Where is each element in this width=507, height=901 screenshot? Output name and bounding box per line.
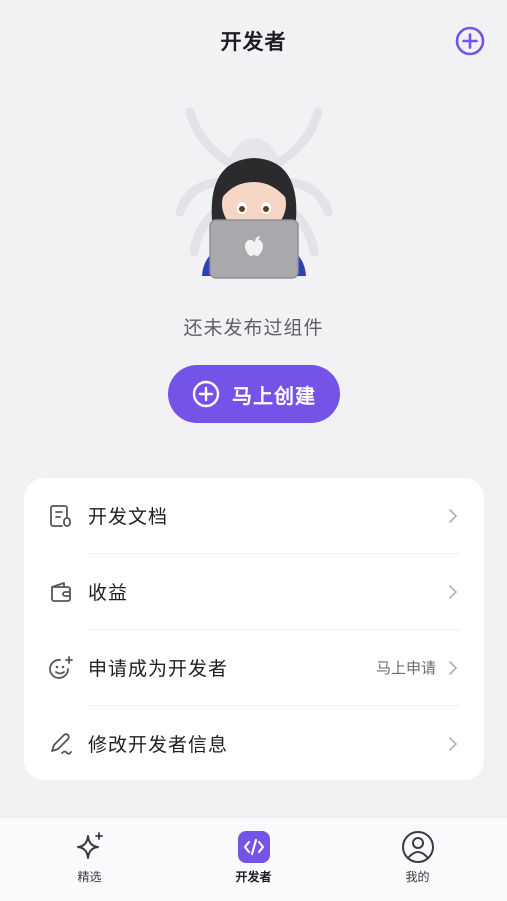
- tab-developer[interactable]: 开发者: [169, 818, 338, 901]
- developer-menu-card: 开发文档 收益 申请成为开发者 马上申请 修改开发者信息: [24, 478, 484, 780]
- document-icon: [50, 504, 71, 527]
- tab-label: 精选: [77, 870, 102, 884]
- apply-now-hint: 马上申请: [375, 659, 436, 677]
- wallet-icon: [51, 581, 71, 602]
- menu-item-edit-developer-info[interactable]: 修改开发者信息: [24, 706, 484, 781]
- chevron-right-icon: [449, 508, 457, 523]
- menu-item-label: 开发文档: [88, 506, 169, 528]
- plus-circle-icon: [192, 380, 220, 408]
- developer-laptop-illustration: [175, 107, 333, 279]
- sparkle-icon: [76, 832, 103, 859]
- add-circle-icon[interactable]: [455, 26, 485, 56]
- tab-label: 开发者: [235, 870, 272, 884]
- page-title: 开发者: [220, 30, 287, 54]
- menu-item-apply-developer[interactable]: 申请成为开发者 马上申请: [24, 630, 484, 705]
- empty-state-message: 还未发布过组件: [183, 317, 324, 339]
- tab-label: 我的: [405, 870, 430, 884]
- bottom-tab-bar: 精选 开发者 我的: [0, 817, 507, 901]
- create-now-label: 马上创建: [232, 383, 316, 408]
- chevron-right-icon: [449, 736, 457, 751]
- chevron-right-icon: [449, 660, 457, 675]
- chevron-right-icon: [449, 584, 457, 599]
- menu-item-earnings[interactable]: 收益: [24, 554, 484, 629]
- create-now-button[interactable]: 马上创建: [168, 365, 340, 423]
- tab-mine[interactable]: 我的: [333, 818, 502, 901]
- profile-icon: [401, 831, 434, 863]
- top-header: 开发者: [0, 0, 507, 82]
- menu-item-label: 修改开发者信息: [88, 734, 229, 756]
- menu-item-label: 收益: [88, 582, 129, 604]
- menu-item-dev-docs[interactable]: 开发文档: [24, 478, 484, 553]
- menu-item-label: 申请成为开发者: [88, 658, 229, 680]
- edit-pen-icon: [51, 732, 72, 755]
- code-icon: [237, 831, 270, 863]
- tab-featured[interactable]: 精选: [5, 818, 174, 901]
- smiley-add-icon: [49, 655, 73, 679]
